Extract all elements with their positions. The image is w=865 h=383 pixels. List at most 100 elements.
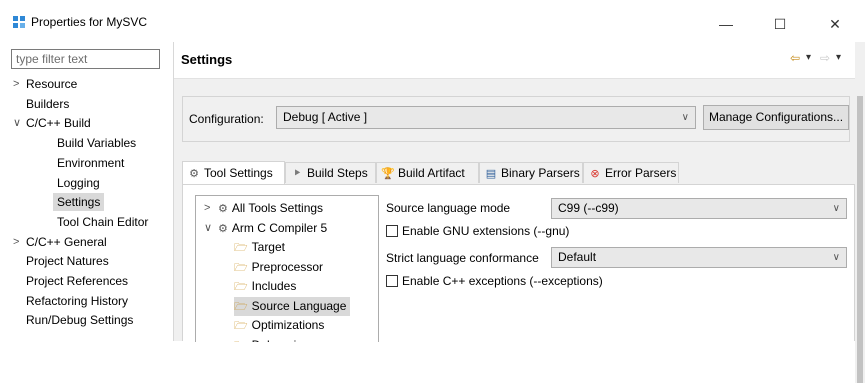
back-dropdown-icon[interactable]: ▾	[806, 52, 811, 63]
tab-label: Build Artifact	[398, 166, 465, 180]
filter-input[interactable]	[11, 49, 160, 69]
tool-settings-panel: ⚙ All Tools Settings > ⚙ Arm C Compiler 5 ∨ 🗁 T…	[182, 184, 855, 343]
tab-binary-parsers[interactable]: ▤ Binary Parsers	[479, 162, 583, 183]
sidebar-item-label: Tool Chain Editor	[57, 214, 149, 229]
configuration-label: Configuration:	[189, 112, 264, 126]
option-folder-icon: 🗁	[234, 320, 248, 332]
tool-tree-item-optimizations[interactable]: 🗁 Optimizations	[234, 316, 324, 335]
tab-error-parsers[interactable]: ⊗ Error Parsers	[583, 162, 679, 183]
expand-arrow-icon[interactable]: >	[13, 75, 23, 93]
binary-parsers-icon: ▤	[485, 168, 497, 180]
build-artifact-icon: 🏆	[381, 168, 395, 180]
sidebar-item-settings[interactable]: Settings	[53, 193, 105, 212]
sidebar-item-label: Resource	[26, 77, 78, 91]
error-parsers-icon: ⊗	[590, 168, 600, 180]
option-folder-icon: 🗁	[234, 281, 248, 293]
forward-arrow-icon[interactable]: ⇨	[820, 51, 830, 65]
tool-tree-item-debugging[interactable]: 🗁Debugging	[234, 336, 310, 343]
sidebar-item-resource[interactable]: Resource	[26, 75, 77, 93]
chevron-down-icon: ∨	[832, 252, 840, 263]
tool-tree-item-label: Includes	[251, 279, 297, 293]
close-button[interactable]: ✕	[812, 10, 858, 38]
settings-page: Settings ⇦ ▾ ⇨ ▾ Configuration: Debug [ …	[174, 42, 865, 383]
tool-settings-icon: ⚙	[189, 168, 199, 180]
sidebar-item-project-references[interactable]: Project References	[26, 272, 128, 290]
tool-tree-item-label: Source Language	[251, 298, 347, 313]
back-arrow-icon[interactable]: ⇦	[790, 51, 800, 65]
sidebar-item-label: Project Natures	[26, 254, 109, 269]
page-header: Settings ⇦ ▾ ⇨ ▾	[174, 42, 855, 79]
cpp-exceptions-label: Enable C++ exceptions (--exceptions)	[402, 274, 603, 288]
sidebar-item-refactoring-history[interactable]: Refactoring History	[26, 292, 128, 310]
configuration-value: Debug [ Active ]	[283, 110, 368, 124]
tool-tree-item-preprocessor[interactable]: 🗁 Preprocessor	[234, 258, 323, 277]
sidebar-item-builders[interactable]: Builders	[26, 95, 69, 113]
source-language-mode-select[interactable]: C99 (--c99) ∨	[551, 198, 847, 219]
tab-label: Binary Parsers	[501, 166, 580, 180]
page-scrollbar[interactable]	[855, 84, 865, 383]
strict-conformance-value: Default	[558, 250, 597, 264]
strict-conformance-label: Strict language conformance	[386, 251, 539, 265]
maximize-button[interactable]: ☐	[757, 10, 803, 38]
tab-tool-settings[interactable]: ⚙ Tool Settings	[182, 161, 285, 184]
configuration-select[interactable]: Debug [ Active ] ∨	[276, 106, 696, 129]
sidebar-item-label: Builders	[26, 96, 70, 111]
expand-arrow-icon[interactable]: >	[204, 199, 214, 217]
property-pages-panel: Resource>BuildersC/C++ Build∨Build Varia…	[0, 42, 174, 341]
window-title: Properties for MySVC	[31, 15, 148, 29]
tool-tree-item-all-tools-settings[interactable]: ⚙ All Tools Settings	[218, 199, 323, 218]
sidebar-item-project-natures[interactable]: Project Natures	[26, 252, 109, 270]
option-folder-icon: 🗁	[234, 300, 248, 313]
tab-build-steps[interactable]: ⯈ Build Steps	[285, 162, 376, 183]
collapse-arrow-icon[interactable]: ∨	[204, 219, 214, 237]
sidebar-item-c-c-build[interactable]: C/C++ Build	[26, 114, 91, 132]
strict-conformance-select[interactable]: Default ∨	[551, 247, 847, 268]
sidebar-item-label: Run/Debug Settings	[26, 313, 134, 328]
expand-arrow-icon[interactable]: >	[13, 233, 23, 251]
tool-tree-item-label: Target	[251, 240, 285, 254]
scrollbar-thumb[interactable]	[857, 96, 863, 383]
sidebar-item-run-debug-settings[interactable]: Run/Debug Settings	[26, 311, 133, 329]
sidebar-item-logging[interactable]: Logging	[57, 174, 100, 192]
sidebar-item-label: Refactoring History	[26, 293, 129, 308]
sidebar-item-label: Build Variables	[57, 136, 137, 151]
manage-configurations-button[interactable]: Manage Configurations...	[703, 105, 849, 130]
sidebar-item-label: Environment	[57, 155, 125, 170]
tool-tree-item-label: Debugging	[252, 338, 310, 343]
tool-gear-icon: ⚙	[218, 203, 228, 215]
cpp-exceptions-checkbox[interactable]	[386, 275, 398, 287]
gnu-extensions-label: Enable GNU extensions (--gnu)	[402, 224, 570, 238]
minimize-button[interactable]: —	[703, 10, 749, 38]
chevron-down-icon: ∨	[681, 112, 689, 123]
configuration-group: Configuration: Debug [ Active ] ∨ Manage…	[182, 96, 850, 142]
tool-tree-item-label: Optimizations	[251, 318, 325, 332]
chevron-down-icon: ∨	[832, 203, 840, 214]
tool-tree-item-includes[interactable]: 🗁 Includes	[234, 277, 296, 296]
tab-label: Build Steps	[307, 166, 368, 180]
tab-build-artifact[interactable]: 🏆 Build Artifact	[376, 162, 479, 183]
build-steps-icon: ⯈	[292, 168, 302, 180]
collapse-arrow-icon[interactable]: ∨	[13, 114, 23, 132]
tool-tree-item-arm-c-compiler-5[interactable]: ⚙ Arm C Compiler 5	[218, 219, 327, 238]
option-folder-icon: 🗁	[234, 242, 248, 254]
sidebar-item-label: Settings	[57, 195, 101, 210]
tab-label: Tool Settings	[204, 166, 273, 180]
source-language-mode-label: Source language mode	[386, 201, 511, 215]
tool-tree-item-target[interactable]: 🗁 Target	[234, 238, 285, 257]
tab-label: Error Parsers	[605, 166, 677, 180]
menu-dropdown-icon[interactable]: ▾	[836, 52, 841, 63]
source-language-mode-value: C99 (--c99)	[558, 201, 619, 215]
sidebar-item-environment[interactable]: Environment	[57, 154, 124, 172]
sidebar-item-label: Logging	[57, 175, 100, 190]
sidebar-item-c-c-general[interactable]: C/C++ General	[26, 233, 107, 251]
sidebar-item-build-variables[interactable]: Build Variables	[57, 134, 136, 152]
tool-tree-item-source-language[interactable]: 🗁 Source Language	[234, 296, 351, 316]
title-bar: Properties for MySVC — ☐ ✕	[0, 0, 865, 42]
sidebar-item-label: Project References	[26, 274, 129, 288]
gnu-extensions-checkbox[interactable]	[386, 225, 398, 237]
properties-app-icon	[13, 16, 25, 28]
sidebar-item-tool-chain-editor[interactable]: Tool Chain Editor	[57, 213, 148, 231]
tool-tree-item-label: Arm C Compiler 5	[231, 220, 328, 235]
tool-tree-item-label: Preprocessor	[251, 259, 324, 274]
sidebar-item-label: C/C++ Build	[26, 116, 91, 131]
